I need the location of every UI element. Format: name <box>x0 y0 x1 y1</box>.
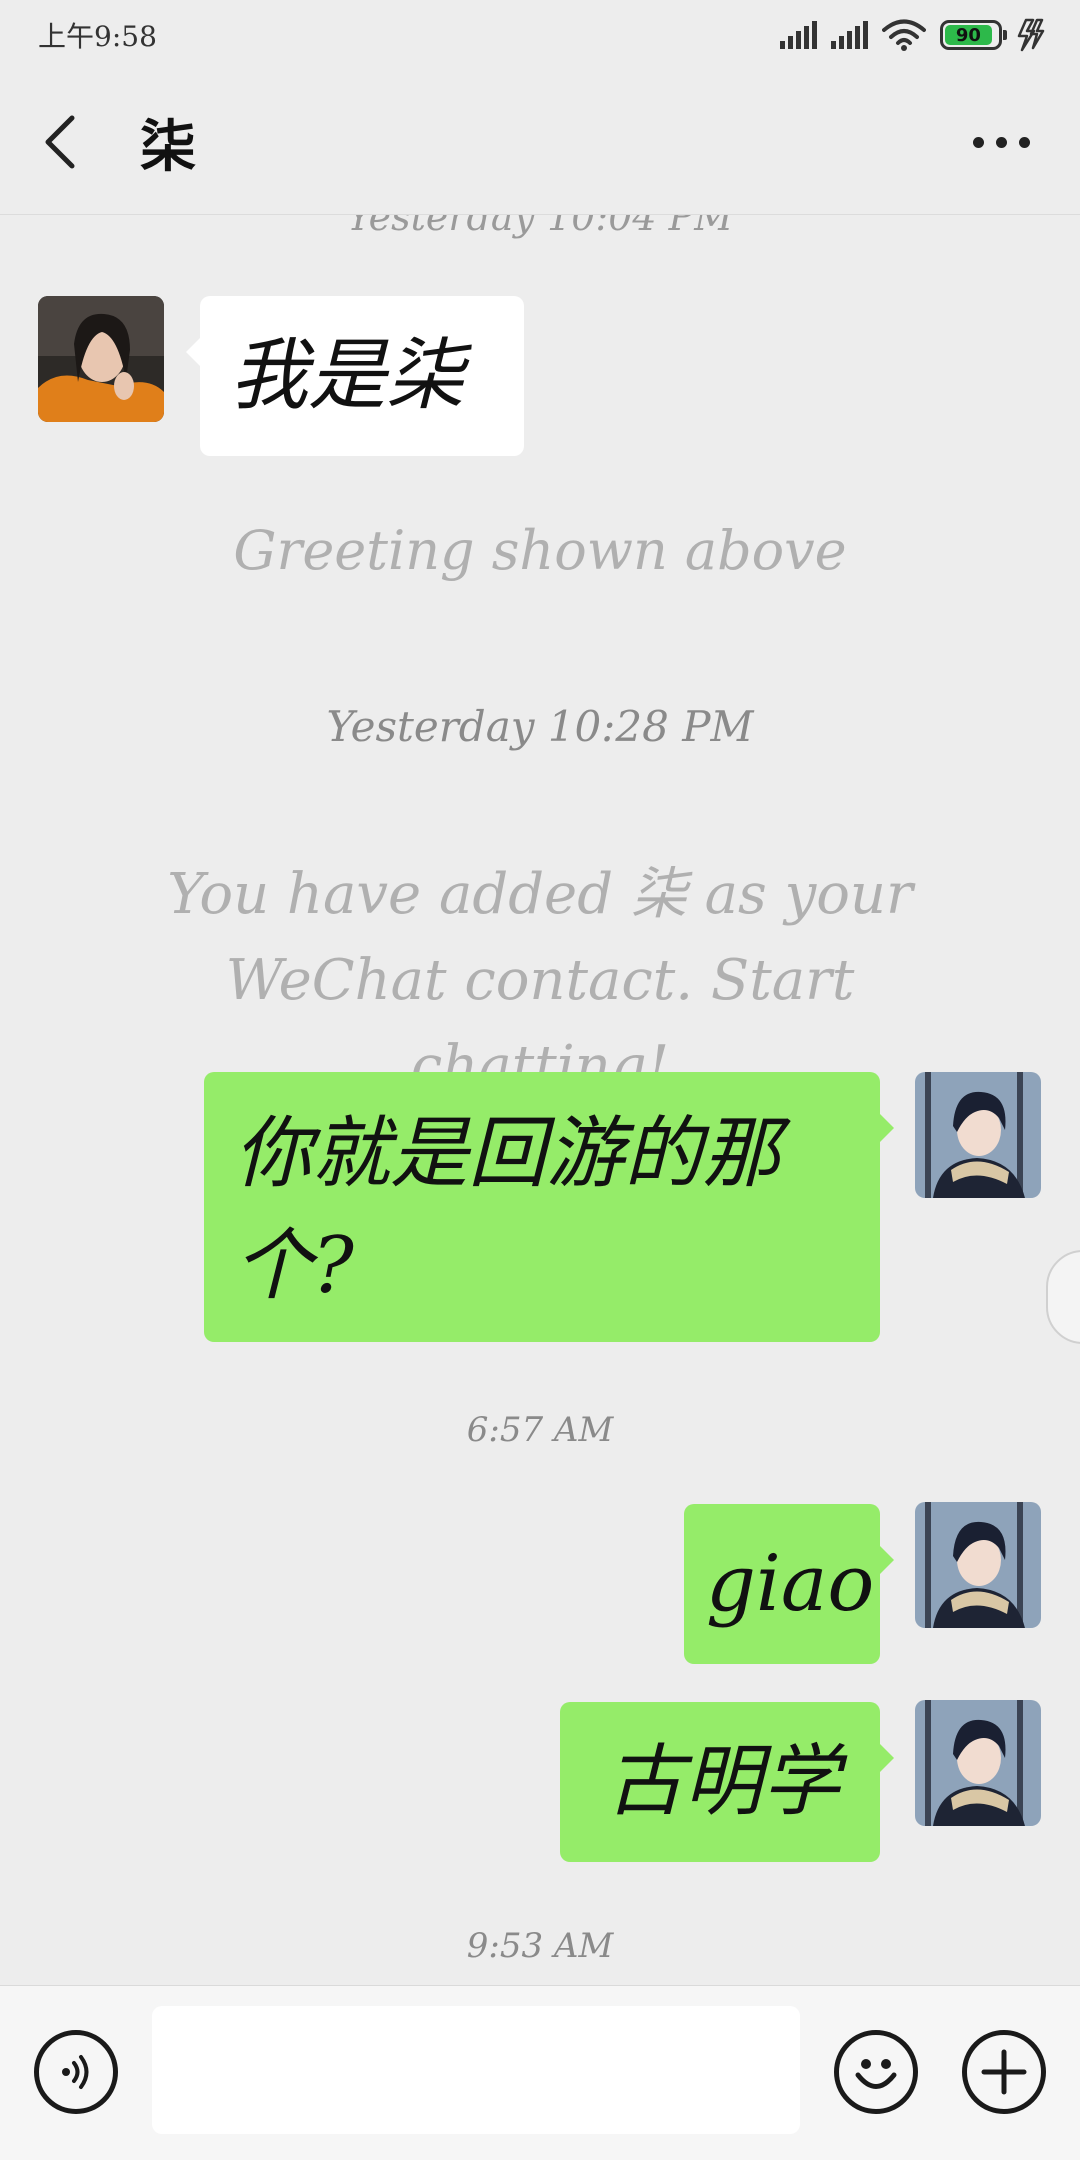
edge-handle[interactable] <box>1046 1250 1080 1344</box>
status-bar: 上午9:58 90 <box>0 0 1080 70</box>
message-text: giao <box>706 1539 875 1629</box>
back-button[interactable] <box>40 102 100 182</box>
more-icon <box>973 136 984 148</box>
wifi-icon <box>882 19 926 51</box>
contact-avatar[interactable] <box>38 296 164 422</box>
timestamp: 6:57 AM <box>466 1410 614 1450</box>
message-text: 古明学 <box>605 1737 840 1827</box>
outgoing-message-bubble[interactable]: 你就是回游的那个? <box>204 1072 894 1342</box>
message-text: 你就是回游的那个? <box>234 1109 781 1311</box>
plus-button[interactable] <box>962 2030 1046 2114</box>
status-icons: 90 <box>780 18 1046 52</box>
plus-icon <box>981 2049 1027 2095</box>
timestamp: Yesterday 10:28 PM <box>326 702 754 751</box>
chat-title: 柒 <box>140 113 196 180</box>
battery-icon: 90 <box>940 20 1007 50</box>
signal-icon <box>831 21 868 49</box>
chat-area[interactable]: Yesterday 10:04 PM 我是柒 Greeting shown ab… <box>0 200 1080 1985</box>
my-avatar[interactable] <box>915 1072 1041 1198</box>
my-avatar[interactable] <box>915 1700 1041 1826</box>
emoji-icon <box>855 2059 897 2089</box>
charging-icon <box>1017 18 1045 52</box>
outgoing-message-bubble[interactable]: 古明学 <box>560 1702 894 1862</box>
battery-level: 90 <box>945 25 992 46</box>
timestamp: 9:53 AM <box>466 1926 614 1966</box>
notice-line: You have added 柒 as your <box>167 862 913 927</box>
greeting-note: Greeting shown above <box>233 519 847 582</box>
chat-header: 柒 <box>0 70 1080 215</box>
my-avatar[interactable] <box>915 1502 1041 1628</box>
status-time: 上午9:58 <box>38 20 157 53</box>
message-text: 我是柒 <box>230 331 465 421</box>
voice-button[interactable] <box>34 2030 118 2114</box>
message-input[interactable] <box>152 2006 800 2134</box>
outgoing-message-bubble[interactable]: giao <box>684 1504 894 1664</box>
signal-icon <box>780 21 817 49</box>
more-button[interactable] <box>953 117 1050 168</box>
incoming-message-bubble[interactable]: 我是柒 <box>186 296 524 456</box>
input-bar <box>0 1985 1080 2160</box>
back-icon <box>45 115 75 169</box>
voice-icon <box>62 2055 89 2089</box>
emoji-button[interactable] <box>834 2030 918 2114</box>
